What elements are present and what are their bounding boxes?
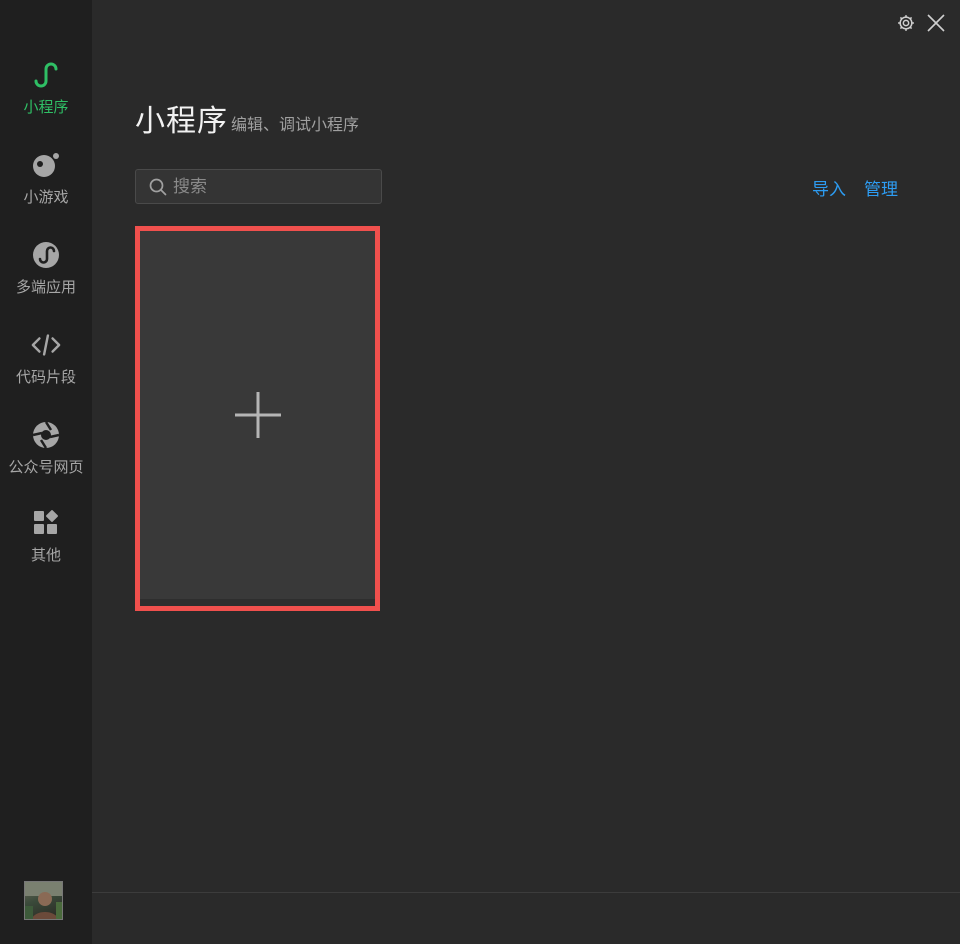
avatar[interactable] — [24, 881, 63, 920]
page-subtitle: 编辑、调试小程序 — [231, 115, 360, 134]
sidebar-item-other[interactable]: 其他 — [0, 496, 92, 576]
sidebar-item-minigame[interactable]: 小游戏 — [0, 138, 92, 218]
create-project-card[interactable] — [135, 226, 380, 611]
other-icon — [31, 508, 61, 538]
search-input[interactable] — [173, 176, 373, 197]
page-title: 小程序 — [135, 104, 228, 139]
sidebar-item-label: 小程序 — [23, 98, 69, 116]
gear-icon[interactable] — [896, 13, 916, 33]
create-project-card-body — [140, 231, 375, 599]
footer-divider — [92, 892, 960, 893]
sidebar-item-label: 多端应用 — [15, 278, 76, 296]
sidebar: 小程序 小游戏 多端应用 代码片段 公众号网页 其他 — [0, 0, 92, 944]
multiplatform-icon — [31, 240, 61, 270]
close-icon[interactable] — [926, 13, 946, 33]
minigame-icon — [31, 150, 61, 180]
manage-link[interactable]: 管理 — [864, 175, 898, 200]
search-box — [135, 169, 382, 204]
plus-icon — [234, 392, 281, 438]
miniprogram-icon — [31, 60, 61, 90]
sidebar-item-multiplatform[interactable]: 多端应用 — [0, 228, 92, 308]
sidebar-item-label: 小游戏 — [23, 188, 69, 206]
code-snippet-icon — [31, 330, 61, 360]
sidebar-item-official-account[interactable]: 公众号网页 — [0, 408, 92, 488]
import-link[interactable]: 导入 — [812, 175, 846, 200]
sidebar-item-code-snippet[interactable]: 代码片段 — [0, 318, 92, 398]
official-account-icon — [31, 420, 61, 450]
sidebar-item-label: 其他 — [30, 546, 61, 564]
sidebar-item-label: 公众号网页 — [8, 458, 84, 476]
window-controls — [896, 13, 946, 33]
header-actions: 导入 管理 — [812, 175, 898, 200]
search-icon — [149, 178, 167, 196]
sidebar-item-label: 代码片段 — [15, 368, 76, 386]
sidebar-item-miniprogram[interactable]: 小程序 — [0, 48, 92, 128]
